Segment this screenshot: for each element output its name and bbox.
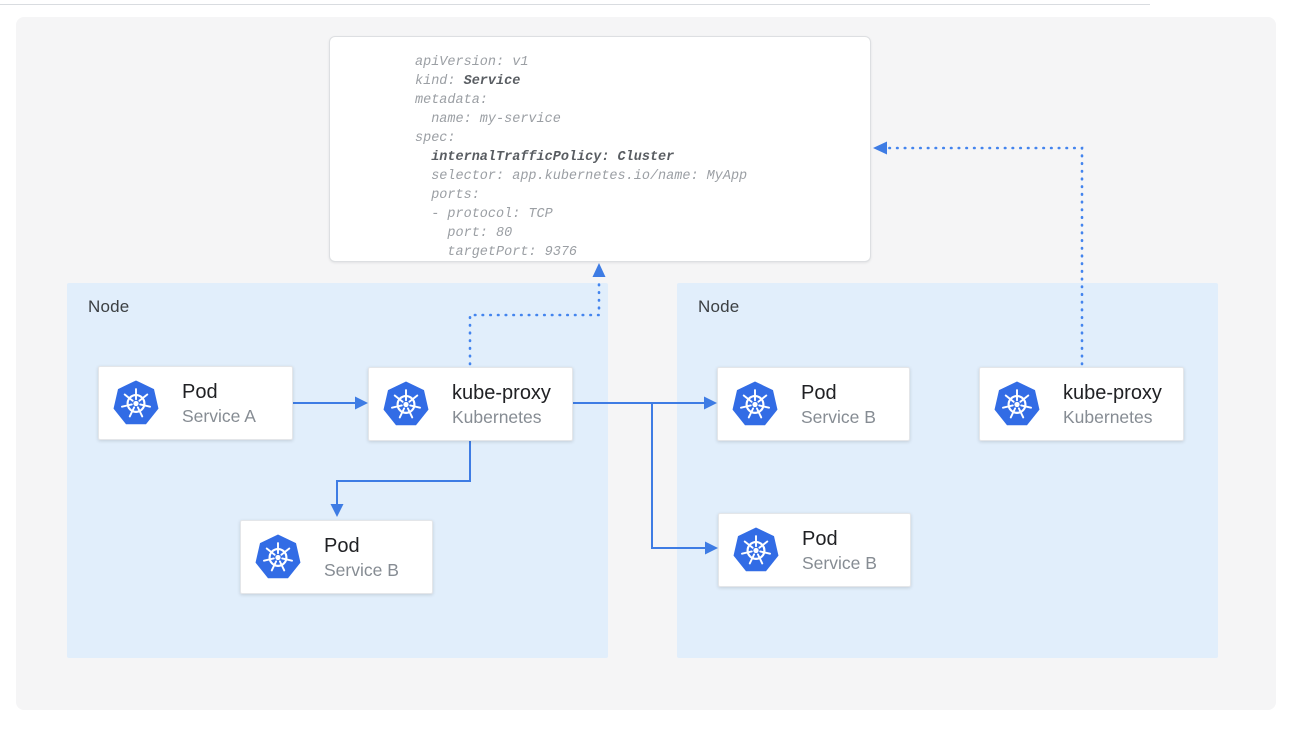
yaml-line-internal-traffic-policy: internalTrafficPolicy: Cluster: [415, 148, 870, 167]
top-divider: [0, 4, 1150, 5]
card-subtitle: Service A: [182, 405, 256, 427]
kubernetes-wheel-icon: [993, 380, 1041, 428]
kubernetes-wheel-icon: [731, 380, 779, 428]
kube-proxy-card-left: kube-proxy Kubernetes: [368, 367, 573, 441]
yaml-line: kind: Service: [415, 72, 870, 91]
card-subtitle: Service B: [802, 552, 877, 574]
node-box-left: Node: [67, 283, 608, 658]
service-yaml-card: apiVersion: v1 kind: Service metadata: n…: [329, 36, 871, 262]
yaml-line: selector: app.kubernetes.io/name: MyApp: [415, 167, 870, 186]
node-box-right: Node: [677, 283, 1218, 658]
kube-proxy-card-right: kube-proxy Kubernetes: [979, 367, 1184, 441]
yaml-line: targetPort: 9376: [415, 243, 870, 262]
card-title: kube-proxy: [452, 381, 551, 406]
yaml-line: apiVersion: v1: [415, 53, 870, 72]
card-subtitle: Kubernetes: [452, 406, 551, 428]
node-label: Node: [88, 297, 129, 317]
kubernetes-wheel-icon: [254, 533, 302, 581]
pod-card-service-a: Pod Service A: [98, 366, 293, 440]
card-title: Pod: [182, 380, 256, 405]
node-label: Node: [698, 297, 739, 317]
yaml-line: ports:: [415, 186, 870, 205]
kubernetes-traffic-policy-diagram: Node Node apiVersion: v1 kind: Service m…: [0, 0, 1296, 729]
yaml-line: metadata:: [415, 91, 870, 110]
card-title: kube-proxy: [1063, 381, 1162, 406]
card-subtitle: Service B: [801, 406, 876, 428]
pod-card-service-b-left: Pod Service B: [240, 520, 433, 594]
yaml-line: - protocol: TCP: [415, 205, 870, 224]
kubernetes-wheel-icon: [382, 380, 430, 428]
pod-card-service-b-right-bottom: Pod Service B: [718, 513, 911, 587]
card-subtitle: Service B: [324, 559, 399, 581]
card-title: Pod: [801, 381, 876, 406]
pod-card-service-b-right-top: Pod Service B: [717, 367, 910, 441]
kubernetes-wheel-icon: [732, 526, 780, 574]
kubernetes-wheel-icon: [112, 379, 160, 427]
yaml-line: spec:: [415, 129, 870, 148]
yaml-line: name: my-service: [415, 110, 870, 129]
card-title: Pod: [324, 534, 399, 559]
yaml-line: port: 80: [415, 224, 870, 243]
card-subtitle: Kubernetes: [1063, 406, 1162, 428]
card-title: Pod: [802, 527, 877, 552]
